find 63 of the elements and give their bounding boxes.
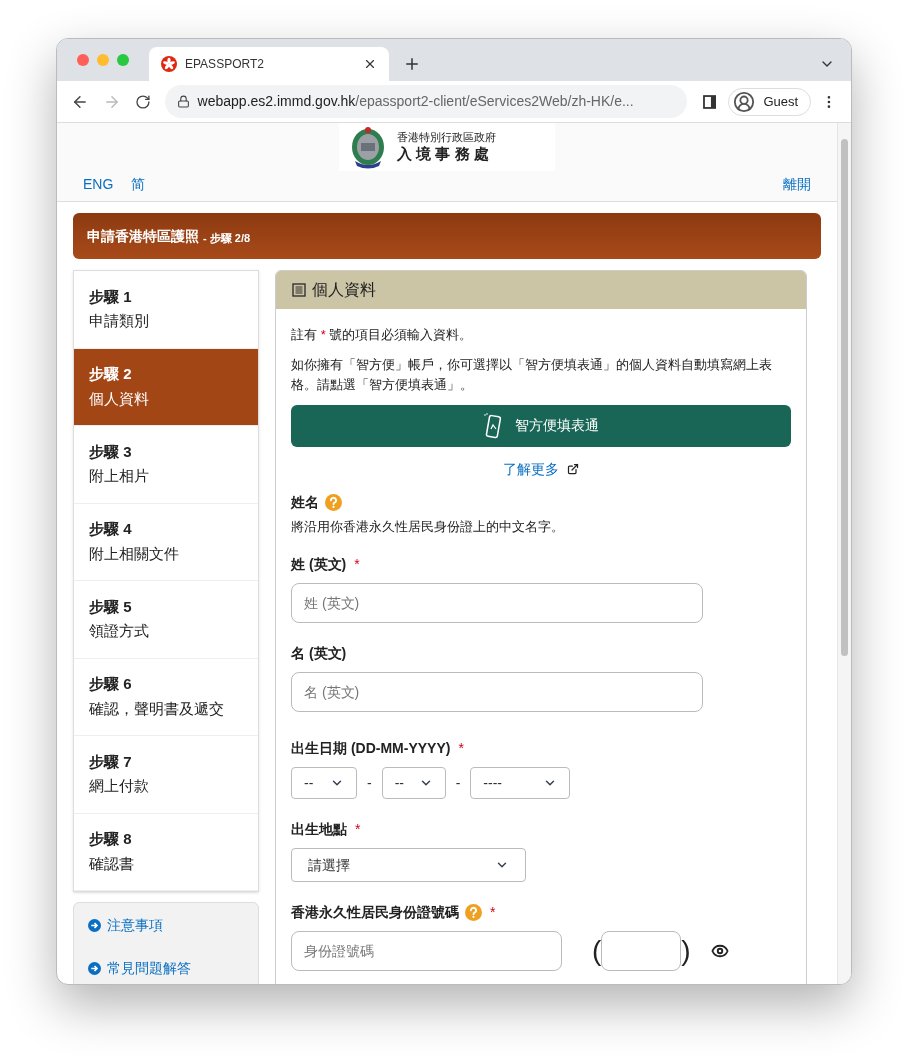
address-bar[interactable]: webapp.es2.immd.gov.hk/epassport2-client/eServices2Web/zh-HK/e... xyxy=(164,85,687,118)
list-icon xyxy=(292,283,306,297)
field-label: 出生日期 (DD-MM-YYYY) xyxy=(291,739,451,758)
required-mark: * xyxy=(490,903,496,922)
step-item[interactable]: 步驟 2 個人資料 xyxy=(74,348,258,426)
hint-text: 將沿用你香港永久性居民身份證上的中文名字。 xyxy=(291,517,565,536)
step-item[interactable]: 步驟 1 申請類別 xyxy=(74,271,258,349)
input-field[interactable]: 身份證號碼 xyxy=(291,931,562,971)
avatar-icon xyxy=(733,90,756,113)
sidebar-link[interactable]: 注意事項 xyxy=(107,915,163,936)
required-mark: * xyxy=(354,555,360,574)
language-link[interactable]: ENG xyxy=(83,174,114,195)
tab-title: EPASSPORT2 xyxy=(185,56,265,73)
arrow-circle-icon xyxy=(88,919,101,932)
intro-text: 如你擁有「智方便」帳戶，你可選擇以「智方便填表通」的個人資料自動填寫網上表格。請點選「智方便填表通」。 xyxy=(291,355,773,394)
browser-tab[interactable]: EPASSPORT2 xyxy=(149,47,389,81)
required-mark: * xyxy=(355,820,361,839)
field-label: 姓 (英文) xyxy=(291,555,347,574)
logout-link[interactable]: 離開 xyxy=(783,174,811,195)
required-note: 註有 * 號的項目必須輸入資料。 xyxy=(291,326,474,344)
new-tab-icon[interactable] xyxy=(403,55,421,73)
learn-more-link[interactable]: 了解更多 xyxy=(503,458,559,480)
check-digit-field[interactable] xyxy=(601,931,682,971)
dropdown[interactable]: -- xyxy=(291,767,357,799)
bracket: ) xyxy=(681,937,691,965)
flower-icon xyxy=(161,56,177,72)
banner-step: - 步驟 2/8 xyxy=(203,229,251,247)
date-separator: - xyxy=(455,773,461,793)
step-item[interactable]: 步驟 3 附上相片 xyxy=(74,426,258,504)
dropdown[interactable]: -- xyxy=(381,767,446,799)
side-panel-icon[interactable] xyxy=(702,94,717,109)
emblem-logo xyxy=(351,125,385,169)
card-title: 個人資料 xyxy=(312,280,376,300)
url-text: webapp.es2.immd.gov.hk/epassport2-client/eServices2Web/zh-HK/e... xyxy=(197,92,634,111)
field-label: 香港永久性居民身份證號碼 xyxy=(291,903,459,922)
step-item[interactable]: 步驟 8 確認書 xyxy=(74,813,258,891)
bracket: ( xyxy=(592,937,602,965)
input-field[interactable]: 姓 (英文) xyxy=(291,583,703,623)
step-item[interactable]: 步驟 5 領證方式 xyxy=(74,581,258,659)
external-link-icon xyxy=(567,463,579,475)
banner-title: 申請香港特區護照 xyxy=(87,226,199,246)
required-mark: * xyxy=(458,739,464,758)
phone-icon xyxy=(483,412,503,439)
step-item[interactable]: 步驟 4 附上相關文件 xyxy=(74,503,258,581)
lock-icon xyxy=(176,95,190,108)
eye-icon[interactable] xyxy=(710,942,729,960)
input-field[interactable]: 名 (英文) xyxy=(291,672,703,712)
field-label: 名 (英文) xyxy=(291,644,347,663)
iam-smart-button[interactable]: 智方便填表通 xyxy=(291,404,791,447)
step-item[interactable]: 步驟 6 確認，聲明書及遞交 xyxy=(74,658,258,736)
arrow-circle-icon xyxy=(88,962,101,975)
logo-text: 香港特別行政區政府 xyxy=(397,130,496,145)
sidebar-link[interactable]: 常見問題解答 xyxy=(107,958,191,979)
reload-icon[interactable] xyxy=(134,93,151,110)
date-separator: - xyxy=(367,773,372,793)
section-label: 姓名 xyxy=(291,492,319,512)
logo-text: 入 境 事 務 處 xyxy=(397,144,490,164)
dropdown[interactable]: ---- xyxy=(470,767,571,799)
step-item[interactable]: 步驟 7 網上付款 xyxy=(74,736,258,814)
close-icon[interactable] xyxy=(363,57,377,71)
field-label: 出生地點 xyxy=(291,820,347,839)
dropdown[interactable]: 請選擇 xyxy=(291,848,526,882)
language-link[interactable]: 简 xyxy=(131,174,146,195)
